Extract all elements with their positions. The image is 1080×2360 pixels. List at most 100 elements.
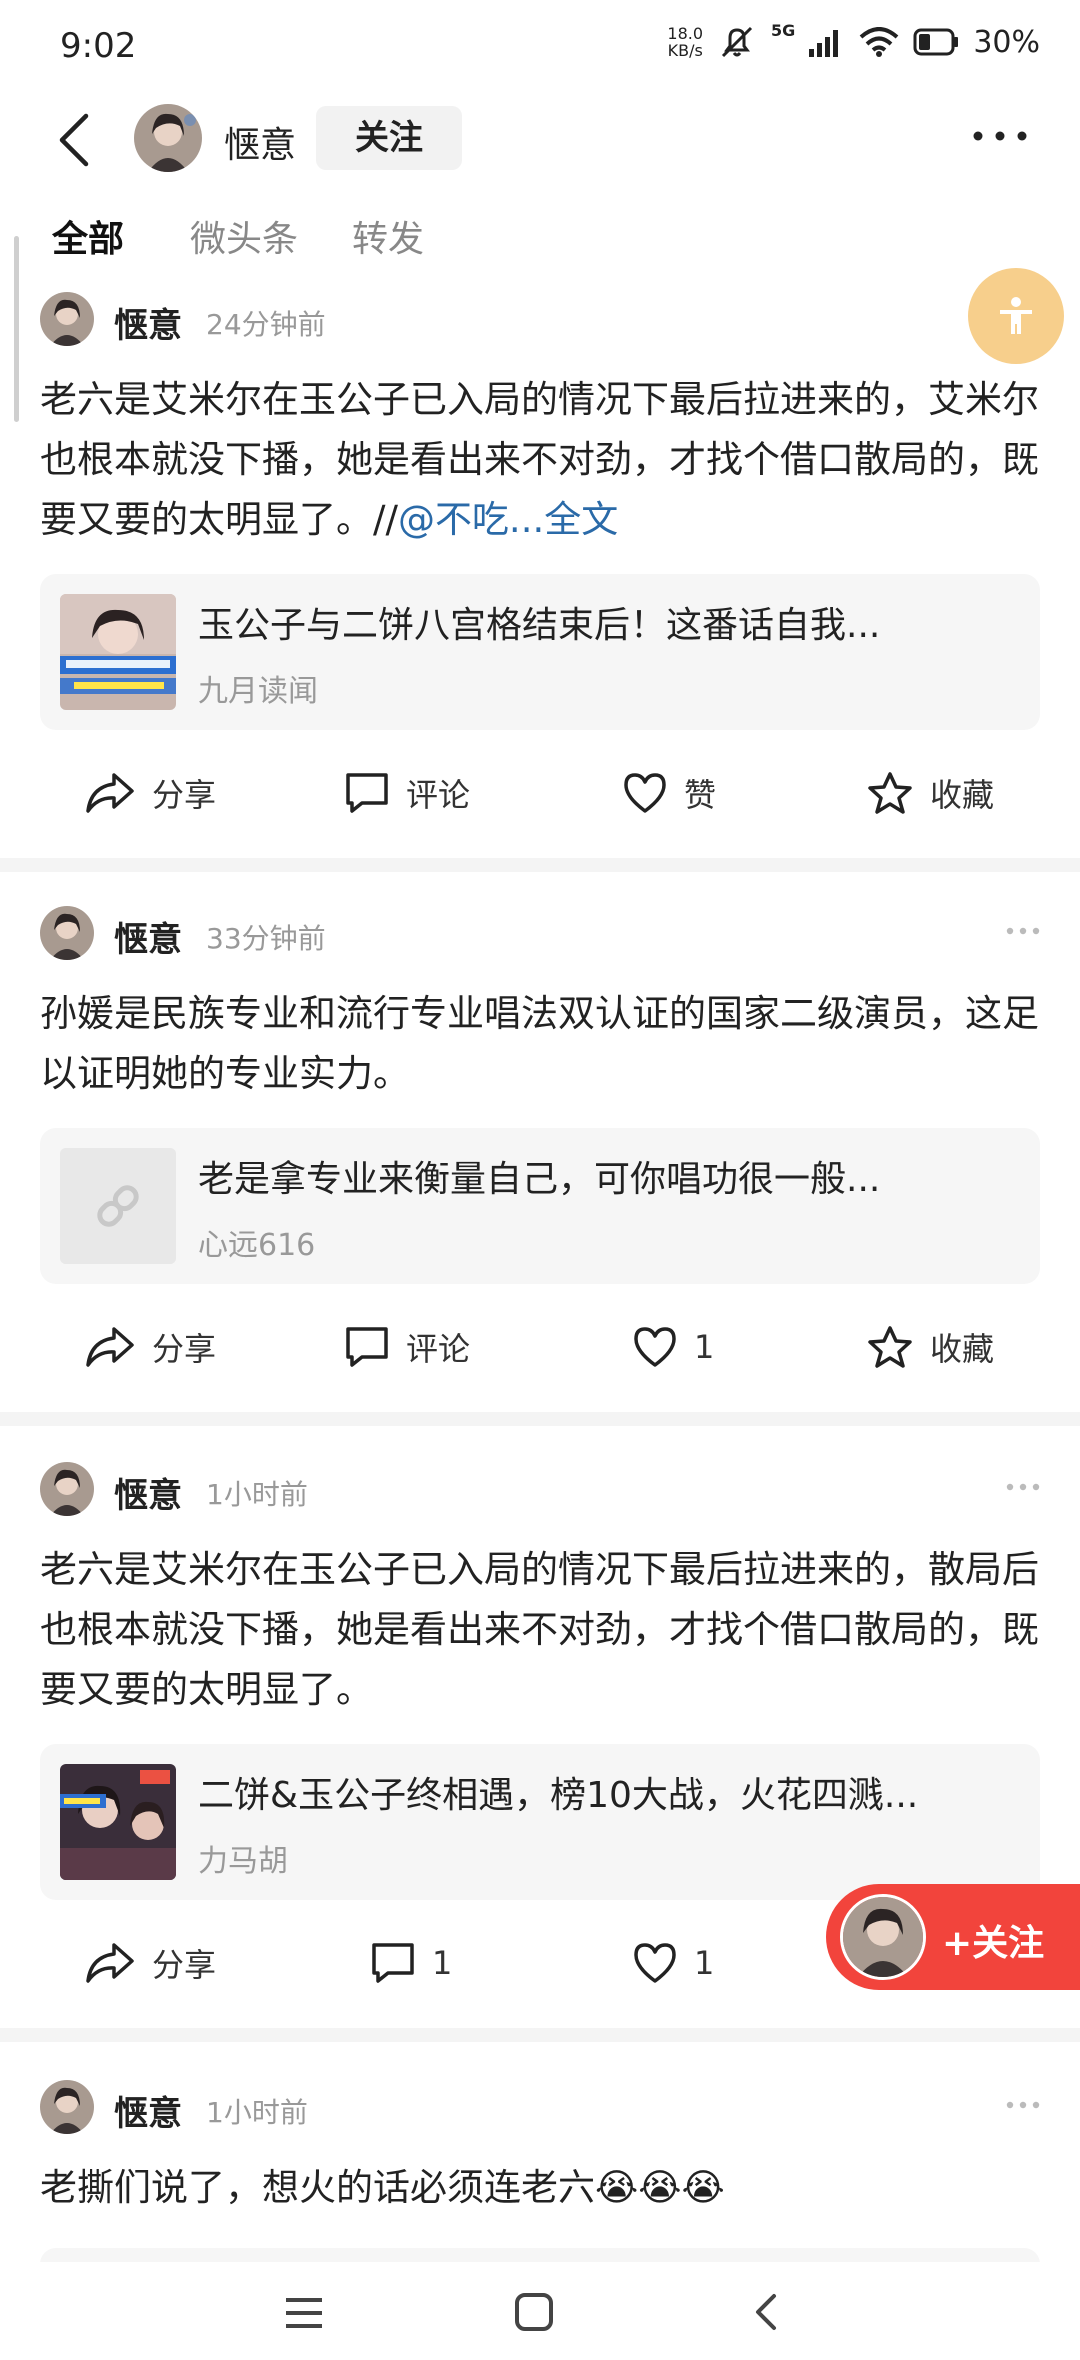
favorite-button[interactable]: 收藏 xyxy=(866,758,994,828)
net-speed-value: 18.0 xyxy=(667,24,704,43)
favorite-label: 收藏 xyxy=(930,776,995,814)
link-icon xyxy=(60,1148,176,1264)
tab-micro-posts[interactable]: 微头条 xyxy=(190,210,298,262)
post-text-content: 老撕们说了，想火的话必须连老六 xyxy=(40,2166,595,2209)
full-text-link[interactable]: 全文 xyxy=(544,498,618,541)
battery-icon xyxy=(913,28,959,56)
post-text[interactable]: 老六是艾米尔在玉公子已入局的情况下最后拉进来的，散局后也根本就没下播，她是看出来… xyxy=(40,1540,1040,1720)
author-name[interactable]: 惬意 xyxy=(114,298,182,347)
author-name[interactable]: 惬意 xyxy=(114,1468,182,1517)
heart-icon xyxy=(634,1943,676,1983)
post-text[interactable]: 孙媛是民族专业和流行专业唱法双认证的国家二级演员，这足以证明她的专业实力。 xyxy=(40,984,1040,1104)
avatar[interactable] xyxy=(134,104,202,172)
article-title: 玉公子与二饼八宫格结束后！这番话自我... xyxy=(198,605,881,646)
share-label: 分享 xyxy=(152,776,217,814)
status-time: 9:02 xyxy=(60,26,137,66)
avatar xyxy=(840,1894,926,1980)
mute-icon xyxy=(721,26,753,58)
shared-article-card[interactable]: 老是拿专业来衡量自己，可你唱功很一般... 心远616 xyxy=(40,1128,1040,1284)
post-item: 惬意 24分钟前 老六是艾米尔在玉公子已入局的情况下最后拉进来的，艾米尔也根本就… xyxy=(0,288,1080,858)
comment-button[interactable]: 评论 xyxy=(344,758,470,828)
heart-icon xyxy=(634,1327,676,1367)
comment-button[interactable]: 1 xyxy=(370,1928,452,1998)
post-text[interactable]: 老六是艾米尔在玉公子已入局的情况下最后拉进来的，艾米尔也根本就没下播，她是看出来… xyxy=(40,370,1040,550)
article-thumbnail xyxy=(60,594,176,710)
post-actions: 分享 评论 1 收藏 xyxy=(0,1312,1080,1382)
comment-icon xyxy=(346,773,388,813)
post-divider xyxy=(0,1412,1080,1426)
more-dots-icon[interactable] xyxy=(1006,2100,1040,2110)
avatar[interactable] xyxy=(40,906,94,960)
author-name[interactable]: 惬意 xyxy=(114,2086,182,2135)
post-time: 33分钟前 xyxy=(206,922,326,955)
article-source: 力马胡 xyxy=(198,1844,288,1879)
share-label: 分享 xyxy=(152,1330,217,1368)
shared-article-card[interactable]: 二饼&玉公子终相遇，榜10大战，火花四溅... 力马胡 xyxy=(40,1744,1040,1900)
tab-all[interactable]: 全部 xyxy=(52,210,124,262)
post-header: 惬意 24分钟前 xyxy=(40,288,1040,348)
shared-article-card[interactable]: 玉公子与二饼八宫格结束后！这番话自我... 九月读闻 xyxy=(40,574,1040,730)
like-button[interactable]: 1 xyxy=(632,1312,714,1382)
net-speed: 18.0 KB/s xyxy=(667,25,703,59)
more-dots-icon[interactable] xyxy=(1006,926,1040,936)
profile-header: 惬意 关注 xyxy=(0,96,1080,184)
follow-button[interactable]: 关注 xyxy=(316,106,462,170)
like-count: 1 xyxy=(694,1944,715,1982)
mention-link[interactable]: @不吃... xyxy=(398,498,544,541)
comment-label: 评论 xyxy=(406,776,471,814)
post-item: 惬意 33分钟前 孙媛是民族专业和流行专业唱法双认证的国家二级演员，这足以证明她… xyxy=(0,902,1080,1412)
favorite-label: 收藏 xyxy=(930,1330,995,1368)
heart-icon xyxy=(624,773,666,813)
system-nav-bar xyxy=(0,2262,1080,2360)
like-button[interactable]: 1 xyxy=(632,1928,714,1998)
more-dots-icon[interactable] xyxy=(1006,1482,1040,1492)
floating-follow-button[interactable]: +关注 xyxy=(826,1884,1080,1990)
post-header: 惬意 1小时前 xyxy=(40,1458,1040,1518)
profile-name: 惬意 xyxy=(224,125,297,166)
home-square-icon[interactable] xyxy=(514,2292,554,2332)
like-label: 赞 xyxy=(684,776,717,814)
floating-follow-label: +关注 xyxy=(942,1923,1045,1964)
avatar[interactable] xyxy=(40,1462,94,1516)
nav-back-icon[interactable] xyxy=(752,2292,780,2332)
status-icons: 18.0 KB/s 5G 30% xyxy=(667,21,1040,60)
article-title: 老是拿专业来衡量自己，可你唱功很一般... xyxy=(198,1159,881,1200)
share-icon xyxy=(86,773,134,813)
share-icon xyxy=(86,1327,134,1367)
comment-count: 1 xyxy=(432,1944,453,1982)
comment-icon xyxy=(372,1943,414,1983)
like-count: 1 xyxy=(694,1328,715,1366)
avatar[interactable] xyxy=(40,2080,94,2134)
post-time: 24分钟前 xyxy=(206,308,326,341)
post-header: 惬意 33分钟前 xyxy=(40,902,1040,962)
wifi-icon xyxy=(859,27,899,57)
share-button[interactable]: 分享 xyxy=(84,1312,216,1382)
post-header: 惬意 1小时前 xyxy=(40,2076,1040,2136)
menu-icon[interactable] xyxy=(284,2296,324,2330)
more-dots-icon[interactable] xyxy=(972,126,1028,146)
avatar[interactable] xyxy=(40,292,94,346)
comment-button[interactable]: 评论 xyxy=(344,1312,470,1382)
signal-icon xyxy=(809,30,839,57)
post-time: 1小时前 xyxy=(206,1478,308,1511)
like-button[interactable]: 赞 xyxy=(622,758,716,828)
post-time: 1小时前 xyxy=(206,2096,308,2129)
back-arrow-icon[interactable] xyxy=(52,108,96,172)
author-name[interactable]: 惬意 xyxy=(114,912,182,961)
share-button[interactable]: 分享 xyxy=(84,758,216,828)
crying-emoji: 😭😭😭 xyxy=(595,2166,725,2209)
article-source: 九月读闻 xyxy=(198,674,318,709)
link-thumbnail xyxy=(60,1148,176,1264)
net-speed-unit: KB/s xyxy=(667,41,703,60)
favorite-button[interactable]: 收藏 xyxy=(866,1312,994,1382)
tab-reposts[interactable]: 转发 xyxy=(352,210,424,262)
comment-icon xyxy=(346,1327,388,1367)
post-text[interactable]: 老撕们说了，想火的话必须连老六😭😭😭 xyxy=(40,2158,1040,2218)
article-thumbnail xyxy=(60,1764,176,1880)
article-title: 二饼&玉公子终相遇，榜10大战，火花四溅... xyxy=(198,1775,919,1816)
article-source: 心远616 xyxy=(198,1228,316,1263)
comment-label: 评论 xyxy=(406,1330,471,1368)
share-label: 分享 xyxy=(152,1946,217,1984)
share-button[interactable]: 分享 xyxy=(84,1928,216,1998)
post-divider xyxy=(0,858,1080,872)
